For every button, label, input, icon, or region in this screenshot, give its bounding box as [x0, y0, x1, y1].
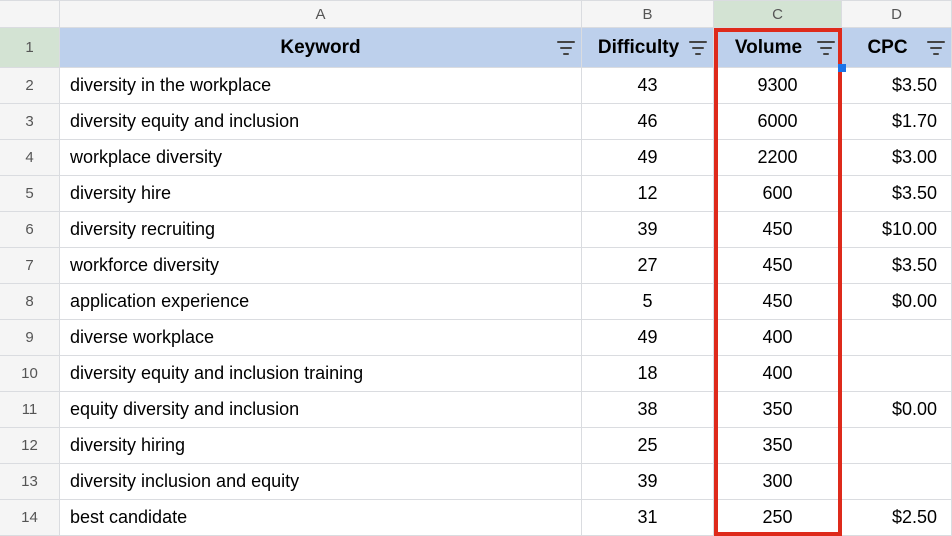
cell-difficulty[interactable]: 18 — [582, 356, 714, 392]
cell-keyword[interactable]: diversity hiring — [60, 428, 582, 464]
row-header[interactable]: 12 — [0, 428, 60, 464]
cell-volume[interactable]: 9300 — [714, 68, 842, 104]
cell-keyword[interactable]: diversity inclusion and equity — [60, 464, 582, 500]
filter-icon[interactable] — [689, 40, 707, 56]
row-header[interactable]: 6 — [0, 212, 60, 248]
cell-keyword[interactable]: workplace diversity — [60, 140, 582, 176]
cell-volume[interactable]: 2200 — [714, 140, 842, 176]
row-header[interactable]: 10 — [0, 356, 60, 392]
cell-keyword[interactable]: workforce diversity — [60, 248, 582, 284]
cell-difficulty[interactable]: 39 — [582, 212, 714, 248]
cell-cpc[interactable]: $3.50 — [842, 176, 952, 212]
row-header[interactable]: 11 — [0, 392, 60, 428]
row-header[interactable]: 14 — [0, 500, 60, 536]
row-header-1[interactable]: 1 — [0, 28, 60, 68]
cell-keyword[interactable]: diverse workplace — [60, 320, 582, 356]
row-header[interactable]: 2 — [0, 68, 60, 104]
col-header-a[interactable]: A — [60, 0, 582, 28]
cell-difficulty[interactable]: 31 — [582, 500, 714, 536]
cell-difficulty[interactable]: 5 — [582, 284, 714, 320]
header-difficulty-label: Difficulty — [598, 37, 679, 59]
cell-cpc[interactable]: $0.00 — [842, 284, 952, 320]
filter-icon[interactable] — [817, 40, 835, 56]
cell-volume[interactable]: 450 — [714, 248, 842, 284]
row-header[interactable]: 3 — [0, 104, 60, 140]
col-header-c[interactable]: C — [714, 0, 842, 28]
cell-cpc[interactable] — [842, 320, 952, 356]
row-header[interactable]: 9 — [0, 320, 60, 356]
cell-keyword[interactable]: diversity equity and inclusion — [60, 104, 582, 140]
select-all-corner[interactable] — [0, 0, 60, 28]
cell-difficulty[interactable]: 49 — [582, 320, 714, 356]
cell-keyword[interactable]: diversity recruiting — [60, 212, 582, 248]
header-cpc-label: CPC — [867, 37, 907, 59]
col-header-d[interactable]: D — [842, 0, 952, 28]
cell-difficulty[interactable]: 38 — [582, 392, 714, 428]
cell-difficulty[interactable]: 39 — [582, 464, 714, 500]
cell-cpc[interactable]: $3.00 — [842, 140, 952, 176]
row-header[interactable]: 8 — [0, 284, 60, 320]
cell-difficulty[interactable]: 12 — [582, 176, 714, 212]
col-header-b[interactable]: B — [582, 0, 714, 28]
cell-volume[interactable]: 450 — [714, 212, 842, 248]
cell-volume[interactable]: 350 — [714, 392, 842, 428]
cell-volume[interactable]: 450 — [714, 284, 842, 320]
cell-keyword[interactable]: diversity hire — [60, 176, 582, 212]
header-keyword[interactable]: Keyword — [60, 28, 582, 68]
cell-cpc[interactable]: $10.00 — [842, 212, 952, 248]
cell-keyword[interactable]: application experience — [60, 284, 582, 320]
cell-volume[interactable]: 250 — [714, 500, 842, 536]
row-header[interactable]: 13 — [0, 464, 60, 500]
cell-keyword[interactable]: diversity equity and inclusion training — [60, 356, 582, 392]
cell-volume[interactable]: 600 — [714, 176, 842, 212]
cell-cpc[interactable] — [842, 356, 952, 392]
cell-volume[interactable]: 400 — [714, 356, 842, 392]
cell-difficulty[interactable]: 43 — [582, 68, 714, 104]
spreadsheet-grid[interactable]: A B C D 1 Keyword Difficulty Volume CPC … — [0, 0, 952, 536]
cell-volume[interactable]: 350 — [714, 428, 842, 464]
cell-cpc[interactable]: $3.50 — [842, 248, 952, 284]
cell-difficulty[interactable]: 49 — [582, 140, 714, 176]
cell-cpc[interactable]: $0.00 — [842, 392, 952, 428]
cell-difficulty[interactable]: 46 — [582, 104, 714, 140]
header-volume-label: Volume — [735, 37, 802, 59]
cell-cpc[interactable]: $2.50 — [842, 500, 952, 536]
cell-volume[interactable]: 6000 — [714, 104, 842, 140]
cell-keyword[interactable]: equity diversity and inclusion — [60, 392, 582, 428]
row-header[interactable]: 7 — [0, 248, 60, 284]
cell-volume[interactable]: 400 — [714, 320, 842, 356]
cell-volume[interactable]: 300 — [714, 464, 842, 500]
header-volume[interactable]: Volume — [714, 28, 842, 68]
cell-cpc[interactable] — [842, 428, 952, 464]
header-keyword-label: Keyword — [70, 37, 571, 59]
filter-icon[interactable] — [927, 40, 945, 56]
row-header[interactable]: 4 — [0, 140, 60, 176]
cell-keyword[interactable]: diversity in the workplace — [60, 68, 582, 104]
cell-cpc[interactable]: $3.50 — [842, 68, 952, 104]
header-cpc[interactable]: CPC — [842, 28, 952, 68]
cell-cpc[interactable] — [842, 464, 952, 500]
cell-difficulty[interactable]: 27 — [582, 248, 714, 284]
cell-keyword[interactable]: best candidate — [60, 500, 582, 536]
row-header[interactable]: 5 — [0, 176, 60, 212]
selection-fill-handle[interactable] — [838, 64, 846, 72]
cell-cpc[interactable]: $1.70 — [842, 104, 952, 140]
cell-difficulty[interactable]: 25 — [582, 428, 714, 464]
header-difficulty[interactable]: Difficulty — [582, 28, 714, 68]
